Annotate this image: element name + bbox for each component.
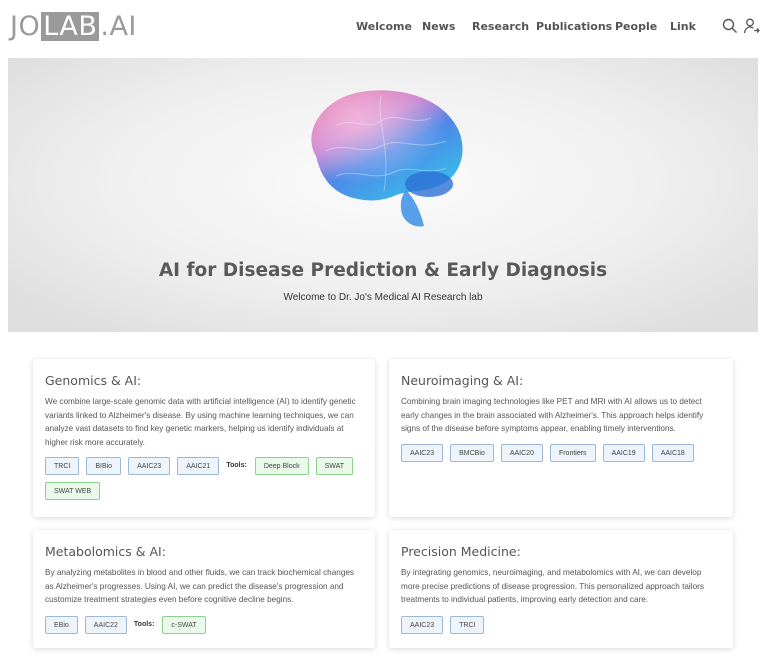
card-tags: AAIC23 BMCBio AAIC20 Frontiers AAIC19 AA… <box>401 444 725 469</box>
publication-tag[interactable]: TRCI <box>450 616 485 634</box>
card-title: Precision Medicine: <box>401 544 521 559</box>
tool-tag[interactable]: SWAT <box>315 457 354 475</box>
research-card-precision-medicine: Precision Medicine: By integrating genom… <box>389 530 733 648</box>
research-card-neuroimaging: Neuroimaging & AI: Combining brain imagi… <box>389 359 733 517</box>
research-card-genomics: Genomics & AI: We combine large-scale ge… <box>33 359 375 517</box>
tool-tag[interactable]: Deep Block <box>254 457 309 475</box>
nav-link[interactable]: Link <box>670 20 696 33</box>
logo-suffix: .AI <box>100 10 137 42</box>
brain-illustration <box>311 90 463 227</box>
publication-tag[interactable]: AAIC23 <box>401 616 444 634</box>
publication-tag[interactable]: AAIC22 <box>84 616 127 634</box>
card-title: Genomics & AI: <box>45 373 142 388</box>
nav-publications[interactable]: Publications <box>536 20 612 33</box>
publication-tag[interactable]: BMCBio <box>450 444 494 462</box>
tools-label: Tools: <box>133 621 155 628</box>
logo-prefix: JO <box>10 10 41 42</box>
hero-title: AI for Disease Prediction & Early Diagno… <box>158 260 608 281</box>
tools-label: Tools: <box>226 462 247 469</box>
publication-tag[interactable]: EBio <box>45 616 78 634</box>
card-tags: TRCI BIBio AAIC23 AAIC21 Tools: Deep Blo… <box>45 457 367 507</box>
user-login-icon[interactable] <box>743 17 761 35</box>
card-title: Neuroimaging & AI: <box>401 373 524 388</box>
publication-tag[interactable]: AAIC23 <box>401 444 444 462</box>
publication-tag[interactable]: AAIC21 <box>177 457 220 475</box>
hero-banner: AI for Disease Prediction & Early Diagno… <box>8 58 758 332</box>
nav-welcome[interactable]: Welcome <box>356 20 412 33</box>
nav-news[interactable]: News <box>422 20 455 33</box>
publication-tag[interactable]: Frontiers <box>549 444 596 462</box>
site-logo[interactable]: JO LAB .AI <box>10 10 137 42</box>
publication-tag[interactable]: AAIC19 <box>602 444 645 462</box>
publication-tag[interactable]: BIBio <box>86 457 122 475</box>
nav-people[interactable]: People <box>615 20 657 33</box>
tool-tag[interactable]: SWAT WEB <box>45 482 101 500</box>
publication-tag[interactable]: AAIC18 <box>651 444 694 462</box>
nav-research[interactable]: Research <box>472 20 529 33</box>
card-description: Combining brain imaging technologies lik… <box>401 397 704 433</box>
card-description: By integrating genomics, neuroimaging, a… <box>401 568 704 604</box>
hero-subtitle: Welcome to Dr. Jo's Medical AI Research … <box>283 292 483 303</box>
card-tags: AAIC23 TRCI <box>401 616 725 641</box>
logo-boxed: LAB <box>41 10 100 42</box>
card-title: Metabolomics & AI: <box>45 544 166 559</box>
publication-tag[interactable]: AAIC23 <box>128 457 171 475</box>
search-icon[interactable] <box>721 17 739 35</box>
publication-tag[interactable]: TRCI <box>45 457 80 475</box>
card-tags: EBio AAIC22 Tools: c-SWAT <box>45 616 367 641</box>
site-header: JO LAB .AI Welcome News Research Publicati… <box>0 0 765 57</box>
card-description: We combine large-scale genomic data with… <box>45 397 356 447</box>
tool-tag[interactable]: c-SWAT <box>162 616 206 634</box>
research-card-metabolomics: Metabolomics & AI: By analyzing metaboli… <box>33 530 375 648</box>
card-description: By analyzing metabolites in blood and ot… <box>45 568 355 604</box>
publication-tag[interactable]: AAIC20 <box>500 444 543 462</box>
